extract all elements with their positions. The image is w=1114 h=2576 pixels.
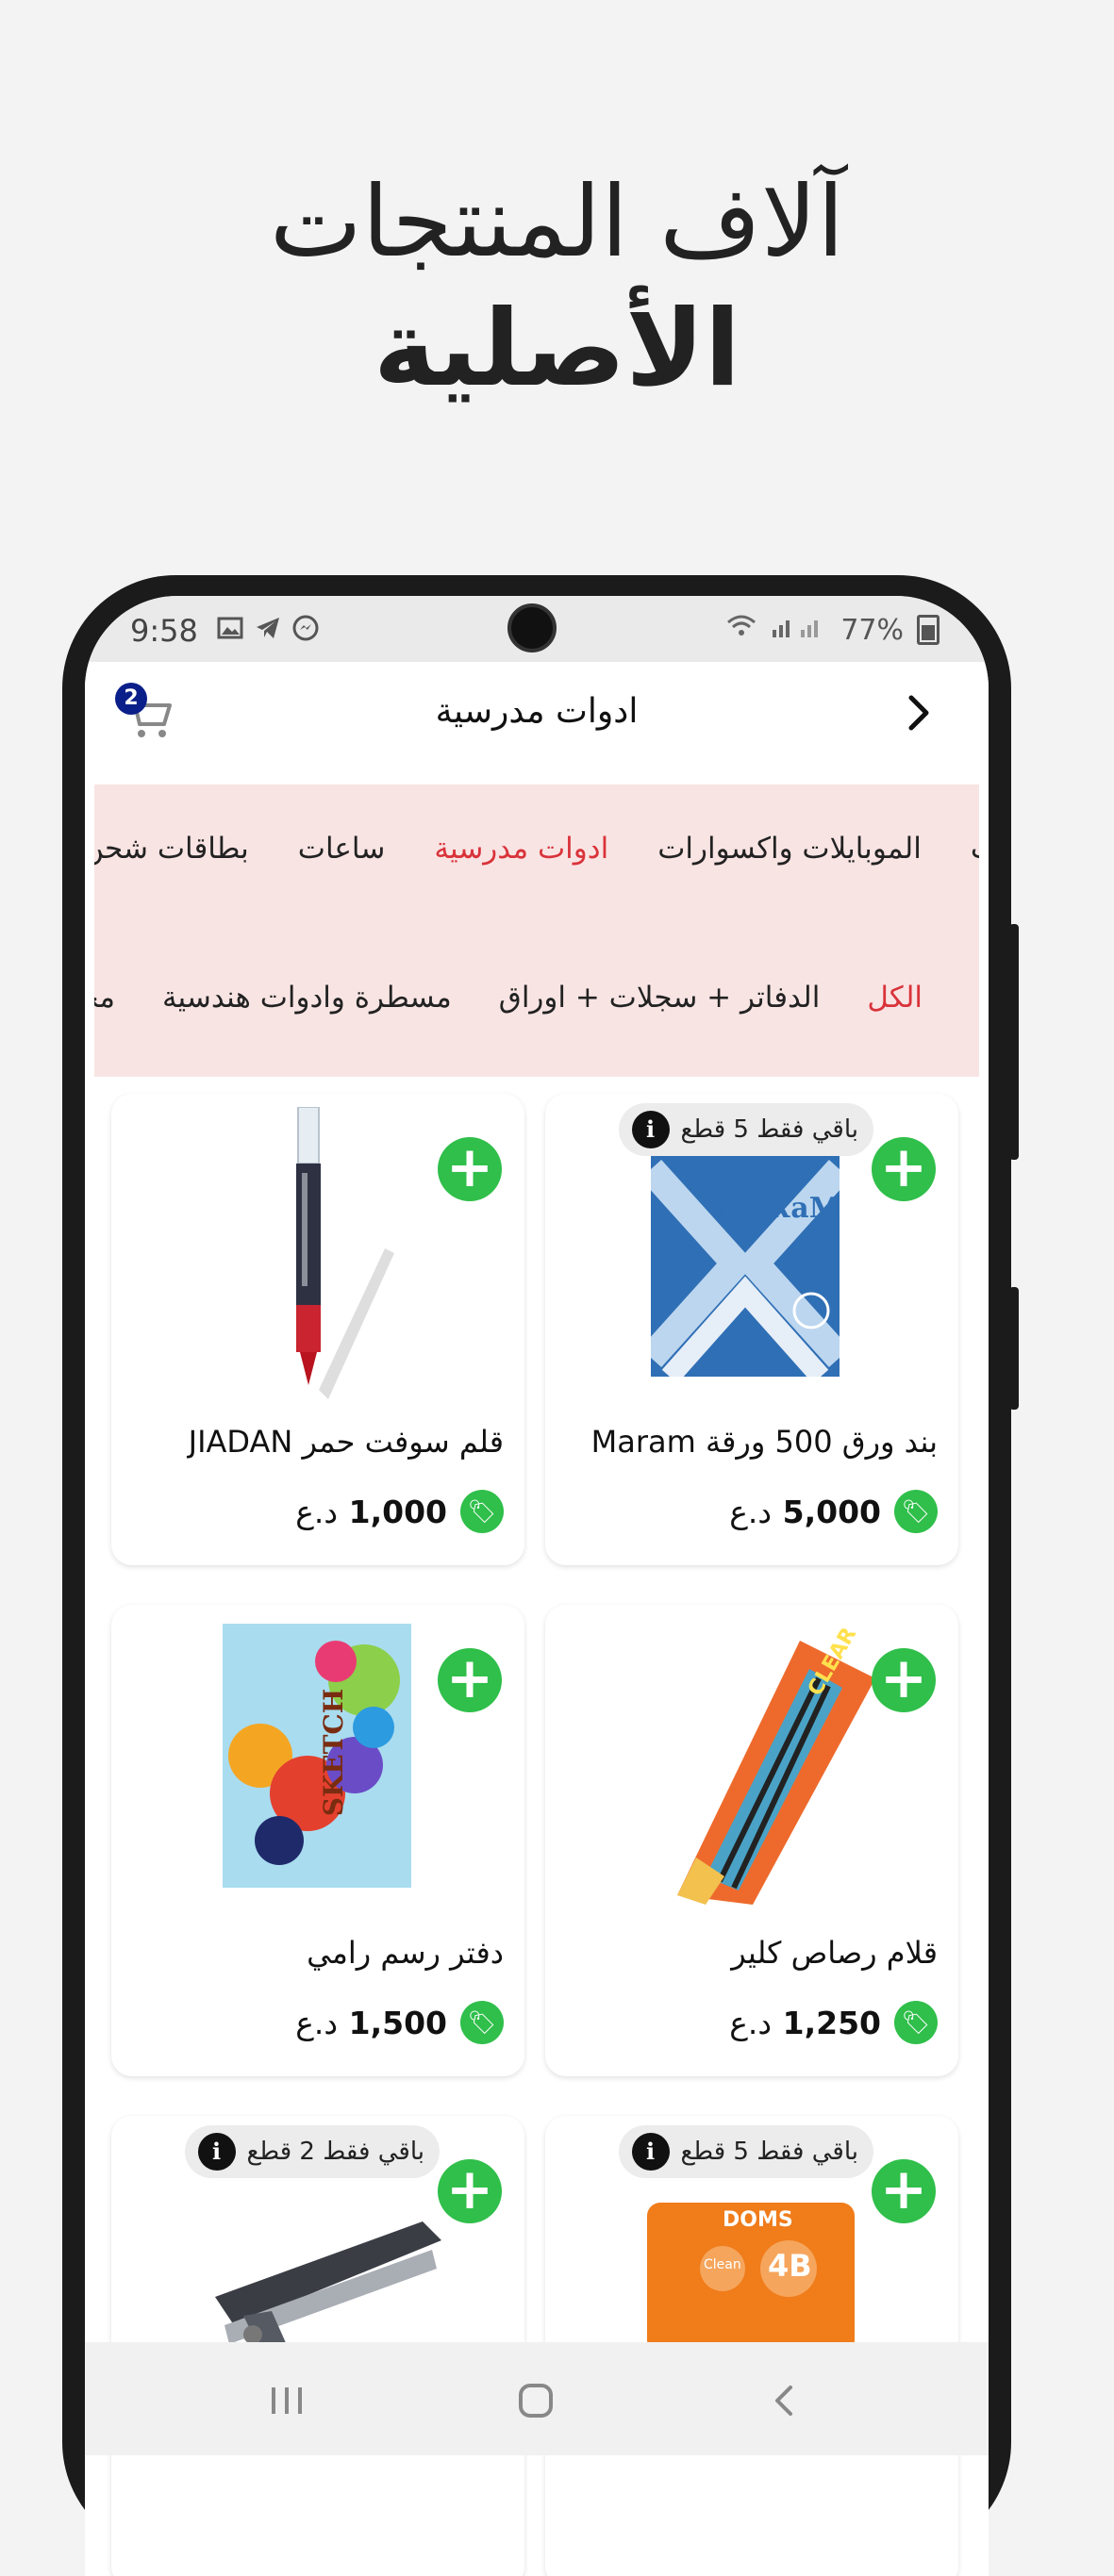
plus-icon: + [445, 2156, 494, 2222]
category-tabs: ت الموبايلات واكسوارات ادوات مدرسية ساعا… [94, 832, 979, 866]
product-card[interactable]: MaRaM باقي فقط 5 قطع i + بند ورق 500 ورق… [545, 1094, 958, 1565]
subcategory-tab-notebooks[interactable]: الدفاتر + سجلات + اوراق [499, 981, 821, 1015]
status-right: 77% [725, 613, 939, 647]
product-name: بند ورق 500 ورقة Maram [590, 1424, 938, 1460]
category-band: ت الموبايلات واكسوارات ادوات مدرسية ساعا… [94, 784, 979, 1077]
product-price: 🏷 5,000 د.ع [729, 1490, 938, 1533]
phone-frame: 9:58 77% 2 ادوات مدرسية الموبايلات واكسو… [62, 575, 1019, 2576]
stock-text: باقي فقط 5 قطع [680, 1115, 858, 1144]
add-to-cart-button[interactable]: + [438, 2159, 502, 2223]
info-icon[interactable]: i [631, 1111, 670, 1148]
eraser-model: 4B [768, 2248, 812, 2284]
back-nav-icon [775, 2386, 792, 2416]
price-tag-icon: 🏷 [894, 2001, 938, 2044]
gallery-icon [217, 615, 243, 641]
category-tab-school-supplies[interactable]: ادوات مدرسية [434, 832, 608, 866]
price-amount: 1,250 د.ع [729, 2004, 881, 2041]
app-bar: 2 ادوات مدرسية [85, 662, 989, 766]
add-to-cart-button[interactable]: + [438, 1137, 502, 1201]
product-name: قلام رصاص كلير [731, 1935, 938, 1971]
subcategory-tab-all[interactable]: الكل [867, 981, 923, 1015]
product-image-stapler [206, 2193, 451, 2367]
system-nav-bar [85, 2342, 989, 2455]
status-bar: 9:58 77% [85, 596, 989, 662]
recents-button[interactable] [266, 2380, 308, 2431]
price-tag-icon: 🏷 [460, 1490, 504, 1533]
price-amount: 5,000 د.ع [729, 1493, 881, 1530]
power-button [1009, 1287, 1019, 1410]
subcategory-tab-partial[interactable]: محـ [94, 981, 115, 1015]
info-icon[interactable]: i [631, 2133, 670, 2171]
eraser-brand: DOMS [723, 2208, 793, 2232]
product-image-red-pen [253, 1106, 394, 1412]
stock-text: باقي فقط 5 قطع [680, 2138, 858, 2166]
price-tag-icon: 🏷 [894, 1490, 938, 1533]
category-tab-partial[interactable]: ت [971, 832, 979, 866]
product-image-eraser: DOMS Clean 4B [647, 2203, 855, 2357]
price-amount: 1,500 د.ع [295, 2004, 447, 2041]
plus-icon: + [445, 1134, 494, 1200]
category-tab-recharge-cards[interactable]: بطاقات شحن [94, 832, 249, 866]
info-icon[interactable]: i [197, 2133, 236, 2171]
add-to-cart-button[interactable]: + [438, 1648, 502, 1712]
plus-icon: + [445, 1645, 494, 1711]
messenger-icon [292, 615, 319, 641]
chevron-right-icon [908, 695, 929, 731]
add-to-cart-button[interactable]: + [872, 1648, 936, 1712]
maram-logo-text: MaRaM [717, 1192, 840, 1225]
front-camera [507, 603, 557, 652]
eraser-label: Clean [704, 2257, 741, 2272]
stock-badge: باقي فقط 5 قطع i [618, 2125, 873, 2178]
plus-icon: + [879, 1134, 928, 1200]
headline-line-1: آلاف المنتجات [269, 164, 845, 279]
product-name: قلم سوفت حمر JIADAN [188, 1424, 504, 1460]
plus-icon: + [879, 1645, 928, 1711]
price-amount: 1,000 د.ع [295, 1493, 447, 1530]
back-nav-button[interactable] [764, 2380, 806, 2431]
product-card[interactable]: CLEAR + قلام رصاص كلير 🏷 1,250 د.ع [545, 1605, 958, 2076]
product-card[interactable]: SKETCH + دفتر رسم رامي 🏷 1,500 د.ع [111, 1605, 524, 2076]
wifi-icon [725, 613, 757, 647]
stock-badge: باقي فقط 5 قطع i [618, 1103, 873, 1156]
subcategory-tabs: الكل الدفاتر + سجلات + اوراق مسطرة وادوا… [94, 981, 923, 1015]
status-time: 9:58 [130, 613, 198, 649]
page-title: ادوات مدرسية [435, 692, 639, 731]
product-image-sketch-book: SKETCH [223, 1624, 411, 1891]
product-price: 🏷 1,000 د.ع [295, 1490, 504, 1533]
product-price: 🏷 1,500 د.ع [295, 2001, 504, 2044]
signal-icon [771, 613, 827, 647]
price-tag-icon: 🏷 [460, 2001, 504, 2044]
subcategory-tab-geometry[interactable]: مسطرة وادوات هندسية [162, 981, 452, 1015]
recents-icon [272, 2387, 302, 2414]
product-image-pencils: CLEAR [640, 1612, 875, 1908]
add-to-cart-button[interactable]: + [872, 2159, 936, 2223]
add-to-cart-button[interactable]: + [872, 1137, 936, 1201]
home-button[interactable] [515, 2380, 557, 2431]
battery-percent: 77% [840, 613, 904, 647]
volume-button [1009, 924, 1019, 1160]
product-name: دفتر رسم رامي [307, 1935, 504, 1971]
product-image-maram-paper: MaRaM [640, 1150, 851, 1384]
promo-headline: آلاف المنتجات الأصلية [0, 160, 1114, 415]
product-card[interactable]: + قلم سوفت حمر JIADAN 🏷 1,000 د.ع [111, 1094, 524, 1565]
category-tab-mobiles[interactable]: الموبايلات واكسوارات [657, 832, 922, 866]
notification-icons [217, 615, 319, 641]
home-icon [519, 2384, 553, 2418]
category-tab-watches[interactable]: ساعات [298, 832, 386, 866]
headline-line-2: الأصلية [373, 288, 741, 410]
stock-text: باقي فقط 2 قطع [246, 2138, 424, 2166]
stock-badge: باقي فقط 2 قطع i [184, 2125, 440, 2178]
phone-screen: 9:58 77% 2 ادوات مدرسية الموبايلات واكسو… [85, 596, 989, 2576]
battery-icon [917, 615, 939, 645]
sketch-label: SKETCH [318, 1688, 350, 1817]
telegram-icon [255, 615, 281, 641]
plus-icon: + [879, 2156, 928, 2222]
back-button[interactable] [890, 685, 947, 741]
product-price: 🏷 1,250 د.ع [729, 2001, 938, 2044]
